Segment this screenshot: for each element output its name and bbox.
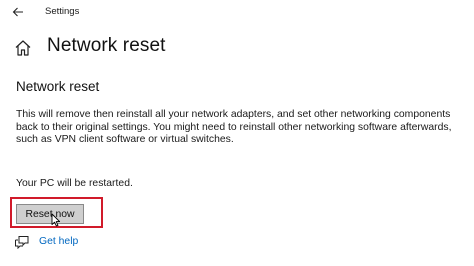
title-bar: Settings — [0, 0, 474, 26]
get-help-link[interactable]: Get help — [39, 236, 78, 247]
back-arrow-icon — [12, 7, 23, 17]
home-icon — [15, 40, 31, 56]
back-button[interactable] — [7, 2, 29, 22]
section-title: Network reset — [16, 79, 100, 94]
description-text: This will remove then reinstall all your… — [16, 109, 452, 146]
help-chat-icon — [15, 236, 29, 249]
page-title: Network reset — [47, 35, 166, 56]
app-title: Settings — [45, 6, 80, 17]
restart-note: Your PC will be restarted. — [16, 178, 133, 189]
mouse-pointer-icon — [51, 213, 61, 227]
reset-now-button[interactable]: Reset now — [16, 204, 84, 224]
